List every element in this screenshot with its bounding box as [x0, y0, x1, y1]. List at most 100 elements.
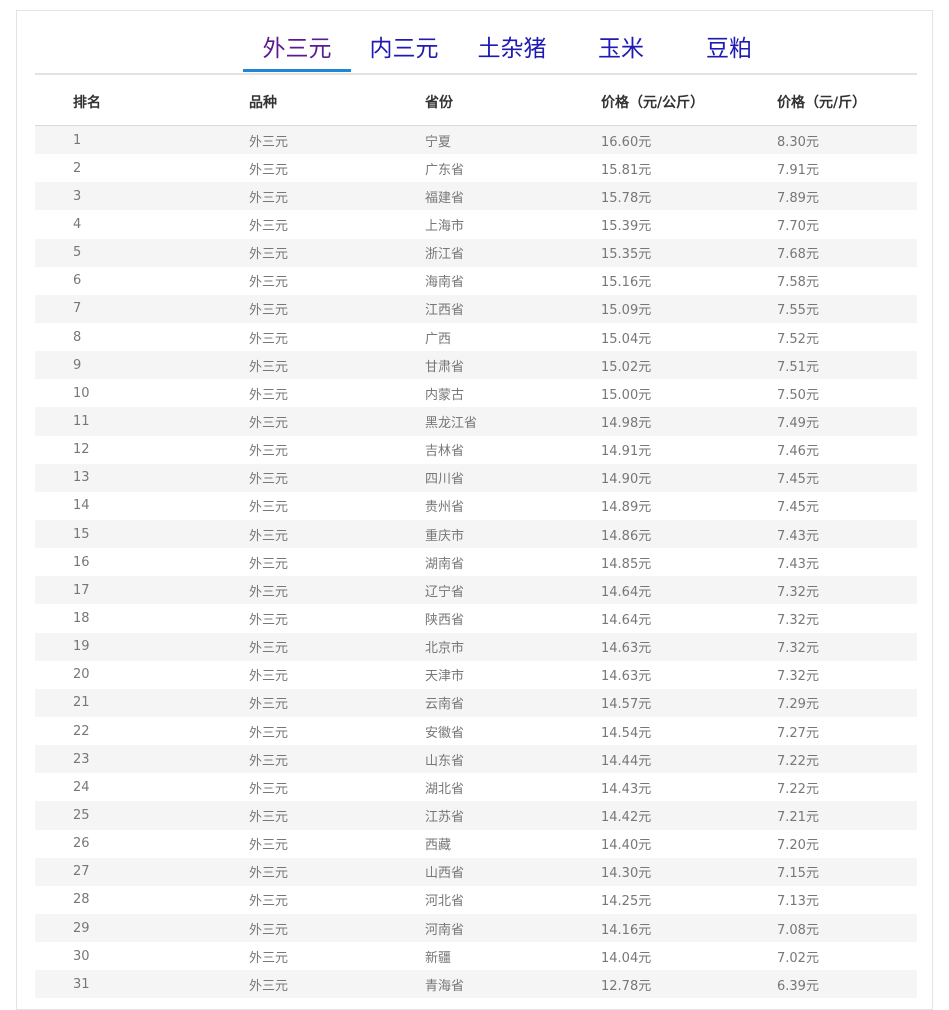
cell-breed: 外三元 — [249, 604, 425, 633]
cell-breed: 外三元 — [249, 548, 425, 577]
table-row: 25 外三元 江苏省 14.42元 7.21元 — [35, 801, 917, 830]
cell-rank: 4 — [35, 210, 249, 239]
cell-rank: 17 — [35, 576, 249, 605]
cell-price-per-kg: 14.91元 — [601, 435, 777, 464]
cell-breed: 外三元 — [249, 519, 425, 549]
cell-price-per-jin: 7.45元 — [777, 463, 917, 492]
cell-rank: 13 — [35, 463, 249, 492]
cell-price-per-jin: 7.29元 — [777, 688, 917, 717]
table-row: 6 外三元 海南省 15.16元 7.58元 — [35, 266, 917, 295]
cell-province: 湖北省 — [425, 773, 601, 802]
table-row: 9 外三元 甘肃省 15.02元 7.51元 — [35, 351, 917, 380]
table-row: 28 外三元 河北省 14.25元 7.13元 — [35, 885, 917, 914]
tab-tu-za-zhu[interactable]: 土杂猪 — [463, 33, 561, 71]
cell-price-per-jin: 7.13元 — [777, 885, 917, 914]
tab-dou-po[interactable]: 豆粕 — [689, 33, 769, 71]
table-row: 4 外三元 上海市 15.39元 7.70元 — [35, 210, 917, 239]
cell-province: 河北省 — [425, 885, 601, 914]
cell-province: 广东省 — [425, 154, 601, 183]
cell-price-per-kg: 14.30元 — [601, 857, 777, 886]
cell-breed: 外三元 — [249, 716, 425, 746]
cell-price-per-kg: 15.81元 — [601, 154, 777, 183]
cell-province: 山西省 — [425, 857, 601, 886]
cell-price-per-jin: 7.49元 — [777, 407, 917, 436]
header-breed[interactable]: 品种 — [249, 79, 425, 126]
cell-breed: 外三元 — [249, 745, 425, 774]
cell-rank: 14 — [35, 491, 249, 520]
table-body: 1 外三元 宁夏 16.60元 8.30元 2 外三元 广东省 15.81元 7.91元 3 外三元福… — [35, 125, 917, 999]
cell-province: 青海省 — [425, 970, 601, 999]
cell-province: 辽宁省 — [425, 576, 601, 605]
cell-price-per-jin: 7.68元 — [777, 238, 917, 267]
cell-price-per-jin: 7.02元 — [777, 942, 917, 971]
cell-breed: 外三元 — [249, 379, 425, 408]
cell-province: 宁夏 — [425, 125, 601, 155]
cell-price-per-jin: 7.58元 — [777, 266, 917, 295]
cell-province: 上海市 — [425, 210, 601, 239]
cell-rank: 27 — [35, 857, 249, 886]
cell-breed: 外三元 — [249, 351, 425, 380]
table-row: 14 外三元 贵州省 14.89元 7.45元 — [35, 491, 917, 520]
cell-price-per-kg: 15.35元 — [601, 238, 777, 267]
header-rank[interactable]: 排名 — [35, 79, 249, 126]
cell-price-per-kg: 14.25元 — [601, 885, 777, 914]
cell-price-per-kg: 15.00元 — [601, 379, 777, 408]
tab-nei-san-yuan[interactable]: 内三元 — [355, 33, 453, 71]
cell-price-per-kg: 14.64元 — [601, 576, 777, 605]
cell-province: 云南省 — [425, 688, 601, 717]
table-row: 24 外三元 湖北省 14.43元 7.22元 — [35, 773, 917, 802]
cell-rank: 28 — [35, 885, 249, 914]
cell-price-per-jin: 7.89元 — [777, 182, 917, 211]
cell-price-per-jin: 7.45元 — [777, 491, 917, 520]
table-row: 15 外三元 重庆市 14.86元 7.43元 — [35, 519, 917, 549]
cell-price-per-kg: 14.42元 — [601, 801, 777, 830]
table-row: 19 外三元 北京市 14.63元 7.32元 — [35, 632, 917, 661]
cell-price-per-kg: 14.40元 — [601, 829, 777, 858]
cell-price-per-jin: 7.32元 — [777, 604, 917, 633]
table-row: 22 外三元 安徽省 14.54元 7.27元 — [35, 716, 917, 746]
cell-breed: 外三元 — [249, 238, 425, 267]
cell-province: 北京市 — [425, 632, 601, 661]
cell-breed: 外三元 — [249, 632, 425, 661]
cell-price-per-kg: 15.09元 — [601, 294, 777, 323]
cell-rank: 20 — [35, 660, 249, 689]
cell-province: 广西 — [425, 322, 601, 352]
cell-rank: 15 — [35, 519, 249, 549]
table-row: 3 外三元 福建省 15.78元 7.89元 — [35, 182, 917, 211]
cell-province: 江苏省 — [425, 801, 601, 830]
table-row: 8 外三元 广西 15.04元 7.52元 — [35, 322, 917, 352]
tab-wai-san-yuan[interactable]: 外三元 — [243, 33, 351, 71]
cell-province: 湖南省 — [425, 548, 601, 577]
cell-rank: 30 — [35, 942, 249, 971]
cell-price-per-jin: 7.22元 — [777, 745, 917, 774]
cell-rank: 12 — [35, 435, 249, 464]
cell-price-per-kg: 14.43元 — [601, 773, 777, 802]
cell-rank: 9 — [35, 351, 249, 380]
table-row: 20 外三元 天津市 14.63元 7.32元 — [35, 660, 917, 689]
cell-rank: 26 — [35, 829, 249, 858]
cell-province: 西藏 — [425, 829, 601, 858]
cell-price-per-jin: 7.55元 — [777, 294, 917, 323]
header-price-per-kg[interactable]: 价格（元/公斤） — [601, 79, 777, 126]
cell-price-per-kg: 14.90元 — [601, 463, 777, 492]
table-row: 7 外三元 江西省 15.09元 7.55元 — [35, 294, 917, 323]
header-province[interactable]: 省份 — [425, 79, 601, 126]
cell-breed: 外三元 — [249, 266, 425, 295]
cell-province: 吉林省 — [425, 435, 601, 464]
cell-breed: 外三元 — [249, 463, 425, 492]
table-row: 5 外三元 浙江省 15.35元 7.68元 — [35, 238, 917, 267]
cell-breed: 外三元 — [249, 322, 425, 352]
table-row: 1 外三元 宁夏 16.60元 8.30元 — [35, 125, 917, 155]
tab-yu-mi[interactable]: 玉米 — [581, 33, 661, 71]
cell-price-per-jin: 7.91元 — [777, 154, 917, 183]
cell-rank: 18 — [35, 604, 249, 633]
cell-price-per-kg: 15.02元 — [601, 351, 777, 380]
cell-rank: 31 — [35, 970, 249, 999]
table-row: 31 外三元 青海省 12.78元 6.39元 — [35, 970, 917, 999]
cell-province: 浙江省 — [425, 238, 601, 267]
cell-rank: 23 — [35, 745, 249, 774]
header-price-per-jin[interactable]: 价格（元/斤） — [777, 79, 917, 126]
category-tabs: 外三元 内三元 土杂猪 玉米 豆粕 — [35, 33, 917, 75]
cell-rank: 25 — [35, 801, 249, 830]
cell-breed: 外三元 — [249, 576, 425, 605]
